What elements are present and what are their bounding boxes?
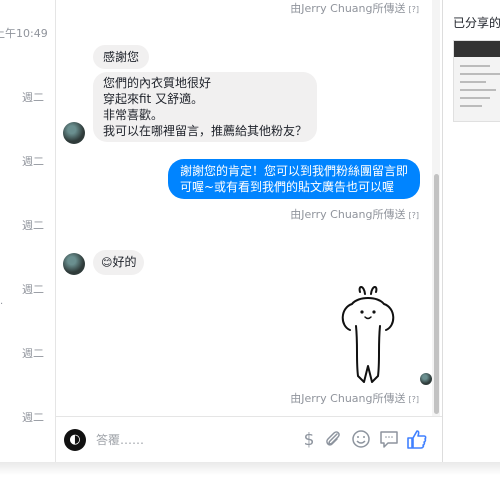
sender-avatar[interactable] bbox=[63, 253, 85, 275]
message-bubble-incoming[interactable]: 您們的內衣質地很好 穿起來fit 又舒適。 非常喜歡。 我可以在哪裡留言，推薦給… bbox=[93, 72, 318, 142]
conversation-day[interactable]: 週二 bbox=[22, 345, 44, 361]
message-line: 您們的內衣質地很好 bbox=[103, 76, 212, 90]
dollar-icon[interactable]: $ bbox=[298, 428, 320, 450]
attach-icon[interactable] bbox=[322, 428, 344, 450]
sender-avatar[interactable] bbox=[63, 122, 85, 144]
shared-thumbnail[interactable] bbox=[453, 40, 500, 122]
chat-thread: 由Jerry Chuang所傳送 [?] 感謝您 您們的內衣質地很好 穿起來fit… bbox=[56, 0, 441, 416]
sent-by-text: 由Jerry Chuang所傳送 bbox=[290, 392, 406, 405]
thumbnail-line bbox=[460, 73, 500, 75]
conversation-day[interactable]: 週二 bbox=[22, 89, 44, 105]
shared-panel: 已分享的 bbox=[442, 0, 500, 462]
conversation-time: 上午10:49 bbox=[0, 27, 48, 40]
sent-by-text: 由Jerry Chuang所傳送 bbox=[290, 2, 406, 15]
sent-by-label: 由Jerry Chuang所傳送 [?] bbox=[290, 206, 419, 222]
thumbnail-header bbox=[454, 41, 500, 57]
message-bubble-outgoing[interactable]: 謝謝您的肯定！您可以到我們粉絲團留言即 可喔~或有看到我們的貼文廣告也可以喔 bbox=[168, 159, 420, 199]
page-logo-icon: ◐ bbox=[64, 429, 86, 451]
message-composer: ◐ $ bbox=[56, 416, 442, 463]
thumbnail-line bbox=[460, 105, 482, 107]
conversation-list: 上午10:49 週二 週二 週二 週二 . 週二 週二 bbox=[0, 0, 56, 462]
sent-by-text: 由Jerry Chuang所傳送 bbox=[290, 208, 406, 221]
window-bottom-edge bbox=[0, 462, 500, 500]
thumbnail-line bbox=[460, 97, 490, 99]
message-line: 穿起來fit 又舒適。 bbox=[103, 92, 204, 106]
info-tag[interactable]: [?] bbox=[409, 395, 420, 404]
sent-by-label: 由Jerry Chuang所傳送 [?] bbox=[290, 0, 419, 16]
seen-avatar bbox=[420, 373, 432, 385]
shared-title: 已分享的 bbox=[453, 16, 500, 30]
info-tag[interactable]: [?] bbox=[409, 5, 420, 14]
message-line: 我可以在哪裡留言，推薦給其他粉友？ bbox=[103, 124, 308, 138]
thumbnail-line bbox=[460, 81, 486, 83]
message-bubble-incoming[interactable]: 感謝您 bbox=[93, 45, 150, 69]
reply-input[interactable] bbox=[94, 429, 258, 451]
message-text: 好的 bbox=[112, 255, 137, 269]
message-line: 謝謝您的肯定！您可以到我們粉絲團留言即 bbox=[180, 164, 409, 178]
ellipsis-icon: . bbox=[0, 296, 4, 307]
smile-emoji-icon: 😊 bbox=[101, 256, 113, 269]
thumbnail-line bbox=[460, 89, 496, 91]
svg-text:$: $ bbox=[304, 430, 315, 450]
emoji-icon[interactable] bbox=[350, 428, 372, 450]
conversation-day[interactable]: 週二 bbox=[22, 153, 44, 169]
sent-by-label: 由Jerry Chuang所傳送 [?] bbox=[290, 390, 419, 406]
thumbnail-line bbox=[460, 65, 490, 67]
rabbit-sticker[interactable] bbox=[338, 286, 398, 386]
conversation-day[interactable]: 週二 bbox=[22, 409, 44, 425]
message-line: 可喔~或有看到我們的貼文廣告也可以喔 bbox=[180, 180, 395, 194]
conversation-day[interactable]: 週二 bbox=[22, 281, 44, 297]
chat-scrollbar-thumb[interactable] bbox=[434, 174, 439, 414]
conversation-day[interactable]: 週二 bbox=[22, 217, 44, 233]
sticker-icon[interactable] bbox=[378, 428, 400, 450]
message-line: 非常喜歡。 bbox=[103, 108, 164, 122]
like-icon[interactable] bbox=[406, 428, 428, 450]
info-tag[interactable]: [?] bbox=[409, 211, 420, 220]
message-bubble-incoming[interactable]: 😊好的 bbox=[93, 250, 145, 275]
